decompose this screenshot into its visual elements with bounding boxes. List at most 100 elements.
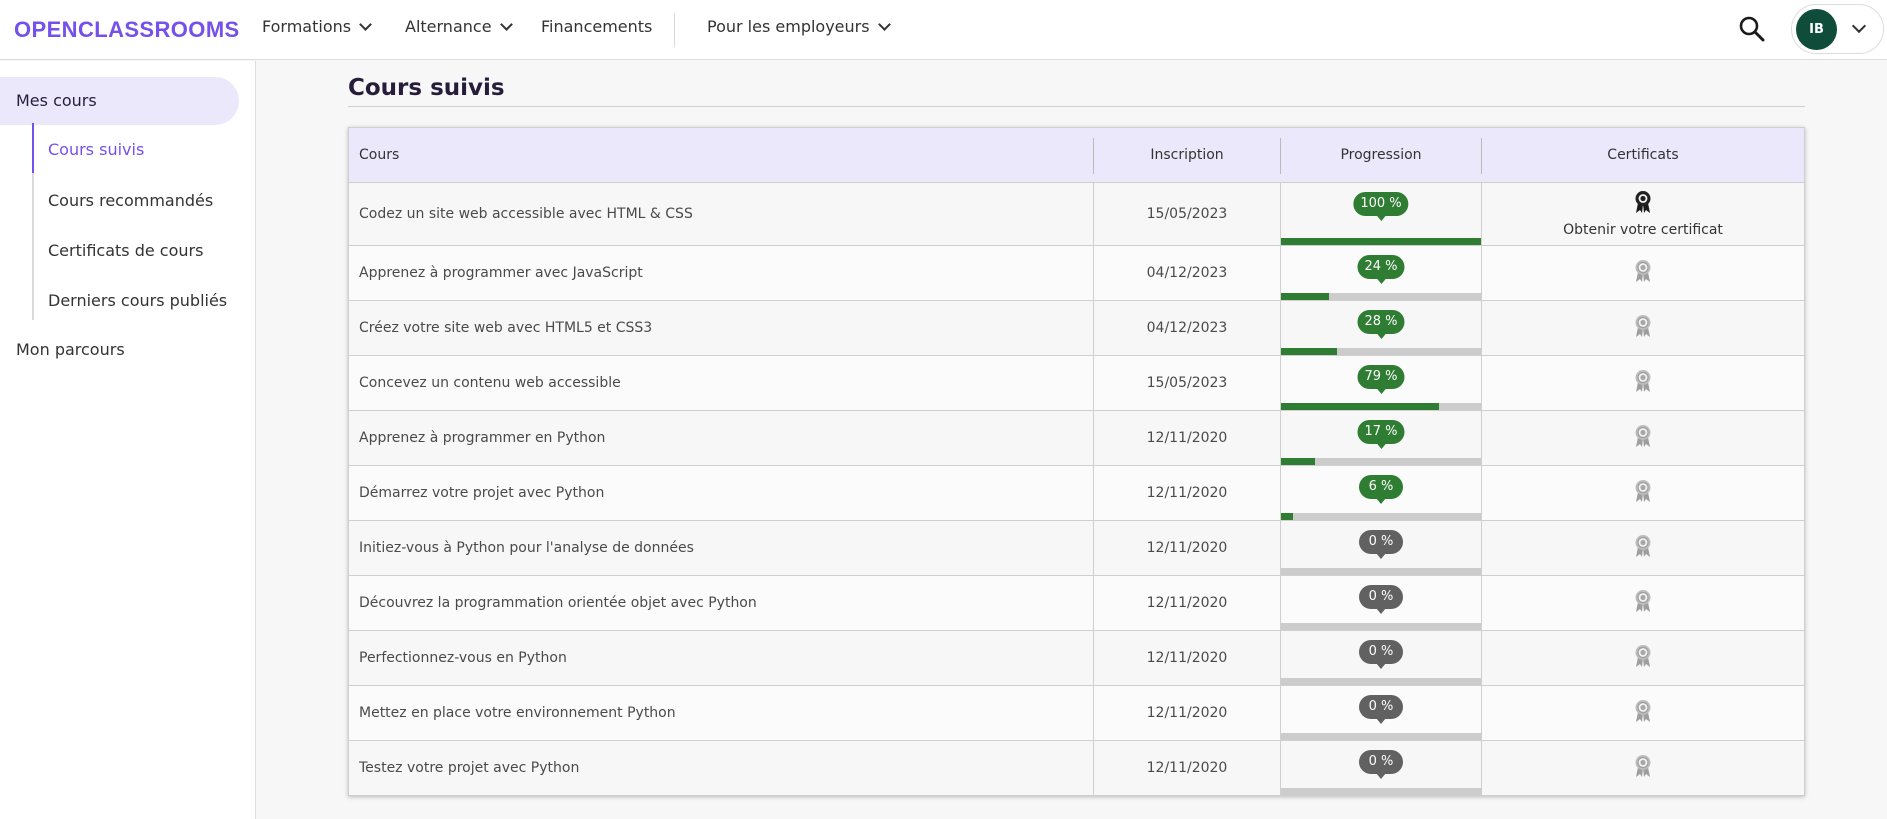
sidebar-item-mon-parcours[interactable]: Mon parcours <box>16 340 125 359</box>
certificate-cell <box>1482 246 1804 300</box>
table-row[interactable]: Apprenez à programmer avec JavaScript 04/… <box>349 246 1804 301</box>
award-ribbon-gray-icon <box>1634 424 1652 452</box>
progress-badge: 0 % <box>1359 585 1403 614</box>
certificate-cell <box>1482 686 1804 740</box>
course-title[interactable]: Concevez un contenu web accessible <box>349 356 1093 410</box>
table-row[interactable]: Mettez en place votre environnement Pyth… <box>349 686 1804 741</box>
table-row[interactable]: Perfectionnez-vous en Python 12/11/2020 0 … <box>349 631 1804 686</box>
award-ribbon-gray-icon <box>1634 644 1652 672</box>
certificate-cell[interactable]: Obtenir votre certificat <box>1482 183 1804 245</box>
table-row[interactable]: Concevez un contenu web accessible 15/05/… <box>349 356 1804 411</box>
nav-financements[interactable]: Financements <box>541 17 652 36</box>
progress-cell: 0 % <box>1281 631 1481 685</box>
certificate-cell <box>1482 741 1804 795</box>
nav-financements-label: Financements <box>541 17 653 36</box>
progress-badge: 17 % <box>1357 420 1405 449</box>
progress-bar <box>1281 293 1481 300</box>
inscription-date: 12/11/2020 <box>1146 650 1228 666</box>
course-title[interactable]: Créez votre site web avec HTML5 et CSS3 <box>349 301 1093 355</box>
table-row[interactable]: Démarrez votre projet avec Python 12/11/2… <box>349 466 1804 521</box>
award-ribbon-gray-icon <box>1634 479 1652 507</box>
progress-bar-fill <box>1281 513 1293 520</box>
progress-badge: 24 % <box>1357 255 1405 284</box>
progress-bar <box>1281 403 1481 410</box>
award-ribbon-gray-icon <box>1634 369 1652 397</box>
sidebar-item-mes-cours[interactable]: Mes cours <box>0 77 239 125</box>
table-row[interactable]: Codez un site web accessible avec HTML &… <box>349 183 1804 246</box>
nav-pour-les-employeurs[interactable]: Pour les employeurs <box>707 17 891 36</box>
course-title[interactable]: Testez votre projet avec Python <box>349 741 1093 795</box>
inscription-date: 12/11/2020 <box>1146 595 1228 611</box>
progress-cell: 0 % <box>1281 686 1481 740</box>
progress-cell: 24 % <box>1281 246 1481 300</box>
chevron-down-icon <box>1851 18 1867 34</box>
course-title[interactable]: Démarrez votre projet avec Python <box>349 466 1093 520</box>
table-row[interactable]: Apprenez à programmer en Python 12/11/202… <box>349 411 1804 466</box>
progress-badge: 0 % <box>1359 750 1403 779</box>
top-navigation-bar: OPENCLASSROOMS Formations Alternance Fin… <box>0 0 1887 60</box>
sidebar-item-cours-suivis[interactable]: Cours suivis <box>48 140 144 159</box>
inscription-date: 04/12/2023 <box>1146 265 1228 281</box>
progress-bar <box>1281 458 1481 465</box>
progress-badge: 100 % <box>1353 192 1409 221</box>
course-title[interactable]: Codez un site web accessible avec HTML &… <box>349 183 1093 245</box>
courses-table: Cours Inscription Progression Certificat… <box>348 127 1805 796</box>
certificate-cell <box>1482 411 1804 465</box>
get-certificate-link[interactable]: Obtenir votre certificat <box>1563 222 1723 238</box>
progress-bar-fill <box>1281 238 1481 245</box>
sidebar-item-certificats-de-cours[interactable]: Certificats de cours <box>48 241 203 260</box>
nav-formations-label: Formations <box>262 17 352 36</box>
certificate-cell <box>1482 356 1804 410</box>
nav-divider <box>674 13 675 47</box>
progress-cell: 28 % <box>1281 301 1481 355</box>
course-title[interactable]: Perfectionnez-vous en Python <box>349 631 1093 685</box>
certificate-cell <box>1482 301 1804 355</box>
table-row[interactable]: Découvrez la programmation orientée obje… <box>349 576 1804 631</box>
search-button[interactable] <box>1737 14 1767 44</box>
certificate-cell <box>1482 576 1804 630</box>
award-ribbon-icon[interactable] <box>1634 190 1652 218</box>
progress-badge: 0 % <box>1359 695 1403 724</box>
page-title: Cours suivis <box>348 75 505 101</box>
openclassrooms-logo[interactable]: OPENCLASSROOMS <box>14 17 240 43</box>
sidebar-item-derniers-cours-publies[interactable]: Derniers cours publiés <box>48 291 227 310</box>
certificate-cell <box>1482 466 1804 520</box>
column-header-inscription[interactable]: Inscription <box>1094 128 1280 183</box>
inscription-date: 15/05/2023 <box>1146 375 1228 391</box>
certificate-cell <box>1482 521 1804 575</box>
sidebar-active-indicator <box>32 123 34 173</box>
course-title[interactable]: Découvrez la programmation orientée obje… <box>349 576 1093 630</box>
award-ribbon-gray-icon <box>1634 589 1652 617</box>
table-header-row: Cours Inscription Progression Certificat… <box>349 128 1804 183</box>
progress-bar <box>1281 788 1481 795</box>
progress-bar <box>1281 623 1481 630</box>
course-title[interactable]: Initiez-vous à Python pour l'analyse de … <box>349 521 1093 575</box>
progress-cell: 100 % <box>1281 183 1481 245</box>
course-title[interactable]: Apprenez à programmer en Python <box>349 411 1093 465</box>
column-header-progression[interactable]: Progression <box>1281 128 1481 183</box>
progress-cell: 6 % <box>1281 466 1481 520</box>
user-menu-button[interactable]: IB <box>1791 4 1884 54</box>
inscription-date: 12/11/2020 <box>1146 540 1228 556</box>
inscription-date: 15/05/2023 <box>1146 206 1228 222</box>
progress-cell: 0 % <box>1281 576 1481 630</box>
progress-bar <box>1281 513 1481 520</box>
table-row[interactable]: Créez votre site web avec HTML5 et CSS3 0… <box>349 301 1804 356</box>
course-title[interactable]: Apprenez à programmer avec JavaScript <box>349 246 1093 300</box>
course-title[interactable]: Mettez en place votre environnement Pyth… <box>349 686 1093 740</box>
progress-badge: 79 % <box>1357 365 1405 394</box>
table-row[interactable]: Testez votre projet avec Python 12/11/202… <box>349 741 1804 796</box>
award-ribbon-gray-icon <box>1634 314 1652 342</box>
column-header-certificats[interactable]: Certificats <box>1482 128 1804 183</box>
inscription-date: 12/11/2020 <box>1146 760 1228 776</box>
nav-formations[interactable]: Formations <box>262 17 372 36</box>
table-row[interactable]: Initiez-vous à Python pour l'analyse de … <box>349 521 1804 576</box>
progress-bar <box>1281 348 1481 355</box>
sidebar: Mes cours Cours suivis Cours recommandés… <box>0 61 256 819</box>
column-header-cours[interactable]: Cours <box>359 128 399 183</box>
inscription-date: 12/11/2020 <box>1146 485 1228 501</box>
nav-alternance[interactable]: Alternance <box>405 17 513 36</box>
sidebar-item-cours-recommandes[interactable]: Cours recommandés <box>48 191 213 210</box>
nav-employeurs-label: Pour les employeurs <box>707 17 870 36</box>
inscription-date: 04/12/2023 <box>1146 320 1228 336</box>
